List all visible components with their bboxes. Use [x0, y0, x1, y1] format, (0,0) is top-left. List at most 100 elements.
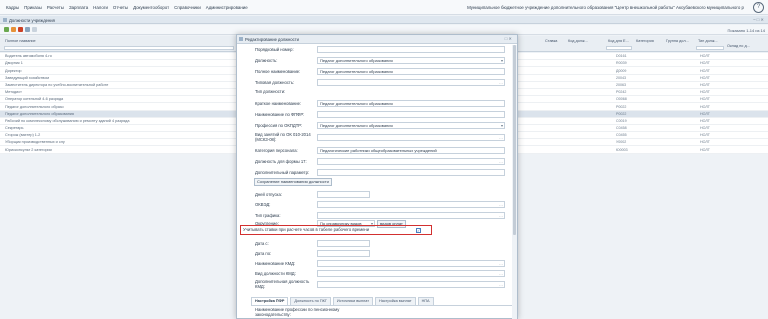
okved-input[interactable]: … — [317, 201, 505, 208]
menu-item-nalogi[interactable]: Налоги — [93, 5, 108, 10]
menu-item-zarplata[interactable]: Зарплата — [69, 5, 88, 10]
row-code: P0022 — [616, 111, 627, 116]
ellipsis-icon[interactable]: … — [499, 271, 503, 276]
row-type: НОЛТ — [700, 75, 710, 80]
post-select[interactable]: Педагог дополнительного образования ▾ — [317, 57, 505, 64]
ellipsis-icon[interactable]: … — [499, 80, 503, 85]
row-code: P0022 — [616, 104, 627, 109]
chevron-down-icon[interactable]: ▾ — [501, 58, 503, 63]
delete-icon[interactable] — [18, 27, 23, 32]
graph-input[interactable]: … — [317, 212, 505, 219]
f17-input[interactable]: … — [317, 158, 505, 165]
row-type: НОЛТ — [700, 111, 710, 116]
acc-checkbox[interactable]: ✓ — [416, 228, 421, 233]
row-type: НОЛТ — [700, 140, 710, 145]
ellipsis-icon[interactable]: … — [499, 202, 503, 207]
fpf-input[interactable] — [317, 111, 505, 118]
kmd-input[interactable]: … — [317, 260, 505, 267]
dialog-title: Редактирование должности — [245, 37, 299, 42]
typical-input[interactable]: … — [317, 79, 505, 86]
tab-payments[interactable]: Настройка выплат — [375, 297, 416, 305]
edit-position-dialog: Редактирование должности □ ✕ Порядковый … — [236, 34, 518, 319]
ellipsis-icon[interactable]: … — [499, 282, 503, 287]
row-name: Заведующий хозяйством — [5, 75, 49, 80]
ellipsis-icon[interactable]: … — [499, 159, 503, 164]
col-type[interactable]: Тип долж... — [698, 39, 718, 43]
fullname-input[interactable]: Педагог дополнительного образования — [317, 68, 505, 75]
okpdtr-value: Педагог дополнительного образования — [320, 123, 393, 128]
help-icon[interactable]: ? — [753, 2, 764, 13]
menu-item-spravochniki[interactable]: Справочники — [174, 5, 201, 10]
col-category[interactable]: Категория — [636, 39, 654, 43]
window-controls[interactable]: – □ ✕ — [753, 17, 764, 22]
kind-input[interactable]: … — [317, 134, 505, 141]
row-name: Заместитель директора по учебно-воспитат… — [5, 82, 109, 87]
menu-item-otchety[interactable]: Отчеты — [113, 5, 128, 10]
dialog-scrollbar[interactable] — [512, 45, 517, 319]
col-code[interactable]: Код долж... — [568, 39, 588, 43]
post-value: Педагог дополнительного образования — [320, 58, 393, 63]
row-name: Методист — [5, 90, 22, 95]
col-fullname[interactable]: Полное название — [5, 39, 36, 43]
dialog-controls[interactable]: □ ✕ — [505, 36, 512, 41]
filter-icon[interactable] — [32, 27, 37, 32]
menu-item-admin[interactable]: Администрирование — [206, 5, 248, 10]
menu-item-kadry[interactable]: Кадры — [6, 5, 19, 10]
okpdtr-select[interactable]: Педагог дополнительного образования ▾ — [317, 122, 505, 129]
edit-icon[interactable] — [11, 27, 16, 32]
filter-type[interactable] — [696, 46, 724, 50]
row-name: Юрисконсульт 2 категории — [5, 147, 52, 152]
extra-input[interactable] — [317, 169, 505, 176]
short-input[interactable]: Педагог дополнительного образования — [317, 100, 505, 107]
kmd-add-input[interactable]: … — [317, 281, 505, 288]
ellipsis-icon[interactable]: … — [499, 135, 503, 140]
row-code: D0161 — [616, 54, 627, 59]
add-icon[interactable] — [4, 27, 9, 32]
row-type: НОЛТ — [700, 68, 710, 73]
kmd-label: Наименование КМД: — [255, 261, 296, 266]
fullname-label: Полное наименование: — [255, 69, 301, 74]
kmd-kind-input[interactable]: … — [317, 270, 505, 277]
row-code: Ю0003 — [616, 147, 628, 152]
col-salary[interactable]: Оклад по д... — [727, 44, 750, 48]
row-type: НОЛТ — [700, 61, 710, 66]
col-rate[interactable]: Ставка — [545, 39, 557, 43]
filter-code-e[interactable] — [606, 46, 632, 50]
tab-sources[interactable]: Источники выплат — [332, 297, 374, 305]
kmd-add-label: Дополнительная должность КМД: — [255, 279, 310, 289]
col-code-e[interactable]: Код для Е... — [608, 39, 629, 43]
cat-input[interactable]: Педагогические работники общеобразовател… — [317, 147, 505, 154]
menu-item-raschety[interactable]: Расчеты — [47, 5, 64, 10]
menu-item-docs[interactable]: Документооборот — [133, 5, 169, 10]
vacation-input[interactable] — [317, 191, 370, 198]
row-name: Рабочий по комплексному обслуживанию и р… — [5, 118, 130, 123]
tab-pfr[interactable]: Настройка ПФР — [251, 297, 289, 305]
menu-item-prikazy[interactable]: Приказы — [24, 5, 42, 10]
col-group[interactable]: Группа дол... — [666, 39, 689, 43]
ellipsis-icon[interactable]: … — [499, 213, 503, 218]
refresh-icon[interactable] — [25, 27, 30, 32]
scroll-thumb[interactable] — [513, 45, 516, 235]
row-code: С0019 — [616, 118, 627, 123]
row-code: P0242 — [616, 90, 627, 95]
fullname-value: Педагог дополнительного образования — [320, 69, 393, 74]
chevron-down-icon[interactable]: ▾ — [501, 123, 503, 128]
row-type: НОЛТ — [700, 147, 710, 152]
num-input[interactable] — [317, 46, 505, 53]
ellipsis-icon[interactable]: … — [499, 261, 503, 266]
type-label: Тип должности: — [255, 89, 286, 94]
row-name: Уборщик производственных и слу — [5, 140, 65, 145]
typical-label: Типовая должность: — [255, 80, 295, 85]
kmd-kind-label: Вид должности КМД: — [255, 271, 296, 276]
row-type: НОЛТ — [700, 54, 710, 59]
tab-pkg[interactable]: Должность по ПКГ — [290, 297, 331, 305]
row-type: НОЛТ — [700, 104, 710, 109]
date-from-input[interactable] — [317, 240, 370, 247]
tab-npa[interactable]: НПА — [417, 297, 434, 305]
row-code: У0002 — [616, 140, 627, 145]
save-name-button[interactable]: Сохранение наименования должности — [254, 178, 332, 186]
dialog-tabs: Настройка ПФР Должность по ПКГ Источники… — [251, 297, 515, 306]
date-to-input[interactable] — [317, 250, 370, 257]
row-type: НОЛТ — [700, 90, 710, 95]
filter-fullname[interactable] — [4, 46, 234, 50]
